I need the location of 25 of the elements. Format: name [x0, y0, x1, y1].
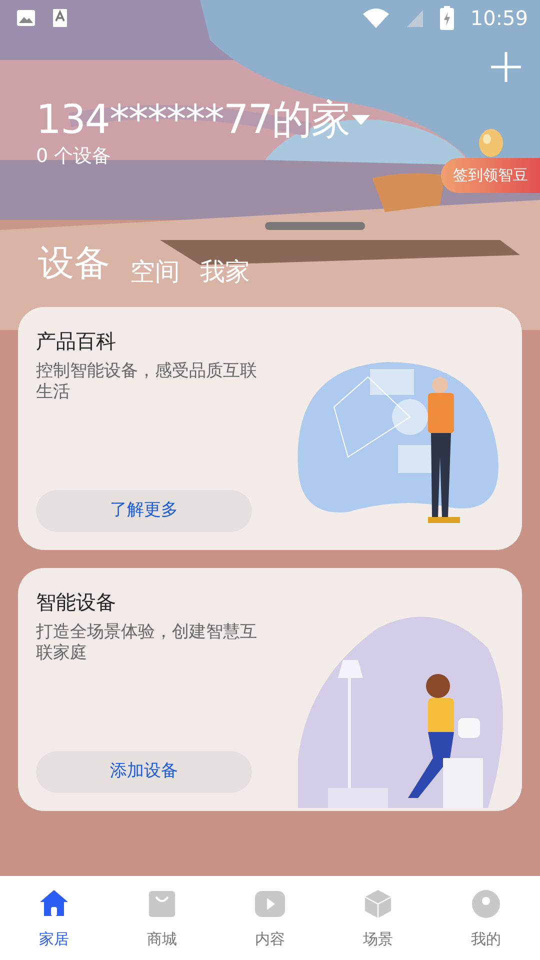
cube-icon	[362, 888, 394, 920]
caret-icon[interactable]	[350, 113, 372, 127]
nav-tab[interactable]: 我的	[432, 876, 540, 960]
checkin-button[interactable]: 签到领智豆	[441, 158, 540, 192]
battery-icon	[440, 6, 454, 30]
nav-tab[interactable]: 场景	[324, 876, 432, 960]
play-icon	[254, 888, 286, 920]
device-count: 0 个设备	[36, 144, 112, 169]
add-button[interactable]	[490, 51, 522, 83]
card-action-button[interactable]: 添加设备	[36, 750, 252, 792]
user-icon	[470, 888, 502, 920]
nav-tab[interactable]: 家居	[0, 876, 108, 960]
clock-time: 10:59	[470, 5, 528, 32]
card-description: 控制智能设备，感受品质互联生活	[36, 360, 258, 403]
card-action-button[interactable]: 了解更多	[36, 490, 252, 532]
card-title: 智能设备	[36, 590, 117, 614]
image-icon	[16, 9, 36, 27]
signal-icon	[406, 8, 424, 28]
nav-tab[interactable]: 内容	[216, 876, 324, 960]
nav-tab[interactable]: 商城	[108, 876, 216, 960]
card-title: 产品百科	[36, 328, 117, 352]
wifi-icon	[362, 7, 390, 29]
card-description: 打造全场景体验，创建智慧互联家庭	[36, 622, 258, 664]
bag-icon	[146, 888, 178, 920]
font-icon	[52, 8, 68, 28]
